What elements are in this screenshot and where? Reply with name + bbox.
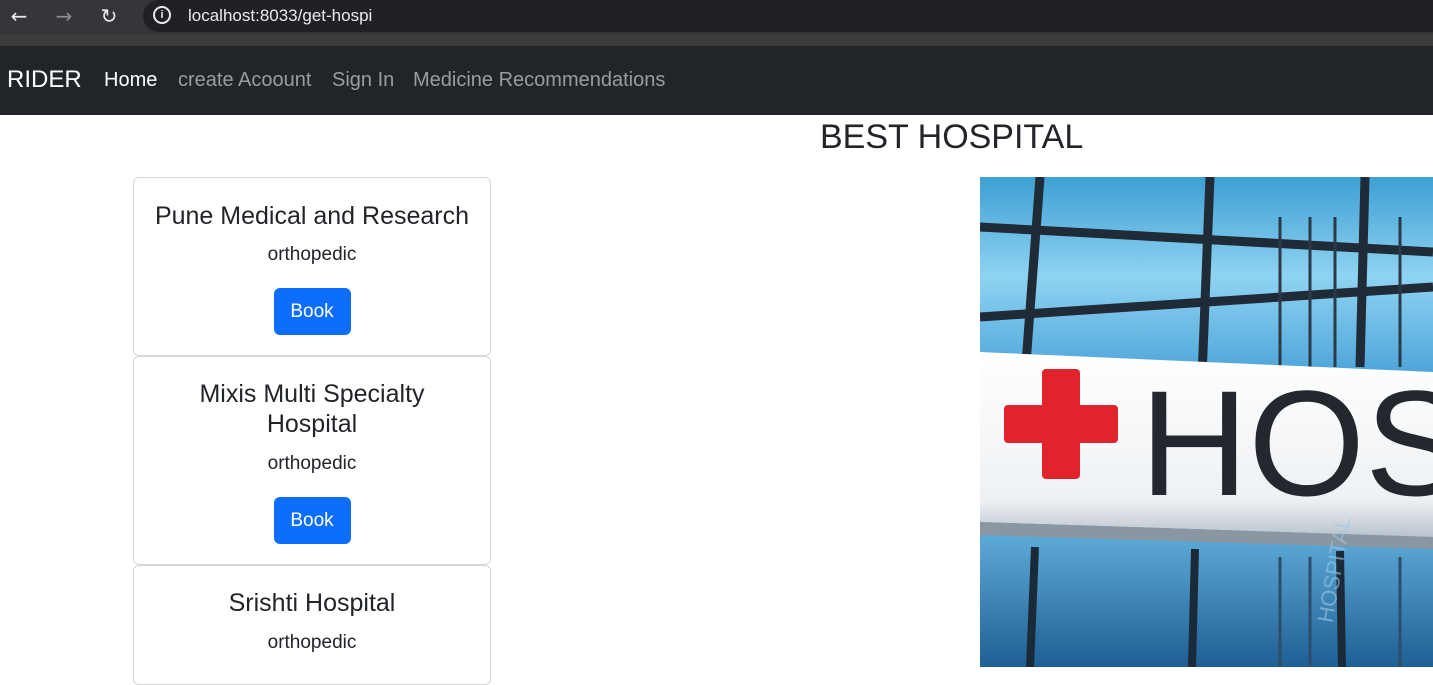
nav-link-create-account[interactable]: create Acoount <box>178 69 311 92</box>
nav-link-home[interactable]: Home <box>104 69 157 92</box>
back-arrow-icon[interactable]: ← <box>7 4 31 28</box>
hospital-card: Mixis Multi Specialty Hospital orthopedi… <box>133 356 491 565</box>
browser-toolbar: ← → ↻ i localhost:8033/get-hospi <box>0 0 1433 46</box>
brand-logo[interactable]: RIDER <box>7 66 82 94</box>
url-text[interactable]: localhost:8033/get-hospi <box>188 6 372 26</box>
forward-arrow-icon[interactable]: → <box>52 4 76 28</box>
address-bar[interactable]: i localhost:8033/get-hospi <box>143 0 1433 32</box>
hospital-name: Pune Medical and Research <box>154 202 470 230</box>
hospital-card: Pune Medical and Research orthopedic Boo… <box>133 177 491 356</box>
hospital-specialty: orthopedic <box>267 244 357 265</box>
book-button[interactable]: Book <box>273 288 351 335</box>
page-title: BEST HOSPITAL <box>820 118 1084 156</box>
nav-link-medicine-recommendations[interactable]: Medicine Recommendations <box>413 69 665 92</box>
app-navbar: RIDER Home create Acoount Sign In Medici… <box>0 46 1433 115</box>
hospital-card: Srishti Hospital orthopedic <box>133 565 491 685</box>
hospital-name-line-1: Mixis Multi Specialty <box>199 380 425 408</box>
book-button[interactable]: Book <box>273 497 351 544</box>
info-icon[interactable]: i <box>153 6 171 24</box>
hospital-image: HOS HOSPITAL <box>980 177 1433 667</box>
sign-letters: HOS <box>1140 359 1433 527</box>
hospital-specialty: orthopedic <box>267 632 357 653</box>
reload-icon[interactable]: ↻ <box>97 4 121 28</box>
hospital-name: Srishti Hospital <box>228 589 396 617</box>
nav-link-sign-in[interactable]: Sign In <box>332 69 394 92</box>
hospital-specialty: orthopedic <box>267 453 357 474</box>
hospital-name-line-2: Hospital <box>266 410 358 438</box>
toolbar-divider <box>0 35 1433 46</box>
